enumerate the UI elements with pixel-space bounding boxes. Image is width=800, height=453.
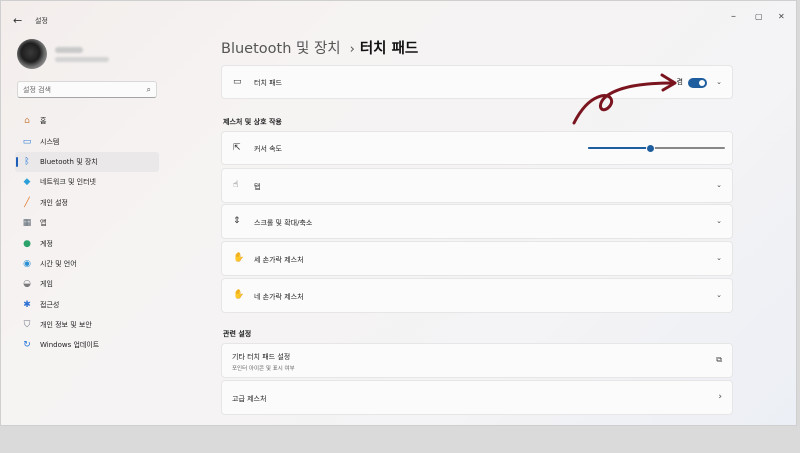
more-touchpad-label: 기타 터치 패드 설정 — [232, 353, 291, 361]
touchpad-icon: ▭ — [233, 77, 242, 87]
system-icon: ▭ — [22, 136, 32, 147]
scroll-icon: ⇕ — [233, 216, 241, 226]
sidebar-item-label: Bluetooth 및 장치 — [40, 157, 98, 166]
search-icon[interactable]: ⌕ — [147, 85, 151, 95]
chevron-right-icon: › — [718, 392, 722, 402]
maximize-button[interactable]: ▢ — [755, 12, 763, 21]
sidebar-item-label: 네트워크 및 인터넷 — [40, 178, 96, 187]
chevron-down-icon: ⌄ — [716, 254, 722, 262]
more-touchpad-settings-card[interactable]: 기타 터치 패드 설정 포인터 아이콘 및 표시 여부 ⧉ — [221, 343, 733, 378]
title-bar: ← 설정 – ▢ ✕ — [1, 1, 796, 37]
gesture-label: 스크롤 및 확대/축소 — [254, 219, 313, 227]
taskbar-area — [0, 426, 800, 453]
sidebar-item-label: 게임 — [40, 280, 53, 289]
cursor-speed-slider[interactable] — [588, 144, 725, 153]
touchpad-toggle[interactable] — [688, 78, 707, 88]
nav-list: ⌂ 홈 ▭ 시스템 ᛒ Bluetooth 및 장치 ◆ 네트워크 및 인터넷 ╱ 개인 설정 ▦ 앱… — [15, 111, 159, 356]
gesture-card-1[interactable]: ⇕ 스크롤 및 확대/축소 ⌄ — [221, 204, 733, 239]
four-finger-icon: ✋ — [233, 290, 245, 300]
profile-name-blurred — [55, 47, 83, 53]
three-finger-icon: ✋ — [233, 253, 245, 263]
accessibility-icon: ✱ — [23, 299, 31, 310]
sidebar-item-2[interactable]: ᛒ Bluetooth 및 장치 — [15, 151, 159, 173]
gamepad-icon: ◒ — [23, 279, 31, 290]
external-link-icon: ⧉ — [716, 355, 722, 364]
sidebar-item-label: 시간 및 언어 — [40, 259, 77, 268]
cursor-icon: ⇱ — [233, 143, 241, 153]
sidebar-item-7[interactable]: ◉ 시간 및 언어 — [15, 254, 159, 274]
window-title: 설정 — [35, 17, 48, 25]
settings-window: ← 설정 – ▢ ✕ ⌕ ⌂홈▭시스템ᛒBluetooth 및 장치◆네트워크 … — [0, 0, 797, 426]
sidebar-item-4[interactable]: ╱ 개인 설정 — [15, 193, 159, 213]
gesture-card-0[interactable]: ☝ 탭 ⌄ — [221, 168, 733, 203]
globe-icon: ◉ — [23, 258, 31, 269]
brush-icon: ╱ — [24, 197, 30, 208]
chevron-down-icon[interactable]: ⌄ — [716, 78, 722, 86]
sidebar-item-0[interactable]: ⌂ 홈 — [15, 111, 159, 131]
chevron-down-icon: ⌄ — [716, 291, 722, 299]
sidebar-item-8[interactable]: ◒ 게임 — [15, 274, 159, 294]
breadcrumb-separator: › — [349, 42, 355, 57]
sidebar-item-label: Windows 업데이트 — [40, 341, 100, 350]
wifi-icon: ◆ — [23, 177, 31, 188]
cursor-speed-card: ⇱ 커서 속도 — [221, 131, 733, 165]
breadcrumb: Bluetooth 및 장치 › 터치 패드 — [221, 37, 418, 57]
minimize-button[interactable]: – — [731, 11, 736, 22]
gestures-section-title: 제스처 및 상호 작용 — [223, 118, 282, 126]
sidebar-item-label: 개인 설정 — [40, 198, 68, 207]
chevron-down-icon: ⌄ — [716, 181, 722, 189]
sidebar-item-label: 개인 정보 및 보안 — [40, 321, 92, 330]
gesture-label: 네 손가락 제스처 — [254, 293, 304, 301]
chevron-down-icon: ⌄ — [716, 217, 722, 225]
cursor-speed-label: 커서 속도 — [254, 145, 282, 153]
home-icon: ⌂ — [24, 116, 30, 127]
gesture-label: 탭 — [254, 183, 261, 191]
avatar — [17, 39, 47, 69]
sidebar-item-1[interactable]: ▭ 시스템 — [15, 131, 159, 151]
tap-icon: ☝ — [233, 180, 239, 190]
close-button[interactable]: ✕ — [778, 12, 785, 21]
sidebar-item-label: 앱 — [40, 219, 47, 228]
related-section-title: 관련 설정 — [223, 330, 252, 338]
advanced-gestures-label: 고급 제스처 — [232, 395, 267, 403]
search-box: ⌕ — [17, 81, 157, 98]
update-icon: ↻ — [23, 340, 31, 351]
touchpad-label: 터치 패드 — [254, 79, 282, 87]
breadcrumb-parent[interactable]: Bluetooth 및 장치 — [221, 41, 341, 57]
sidebar-item-9[interactable]: ✱ 접근성 — [15, 295, 159, 315]
sidebar-item-label: 홈 — [40, 117, 47, 126]
sidebar-item-label: 접근성 — [40, 300, 60, 309]
gesture-card-2[interactable]: ✋ 세 손가락 제스처 ⌄ — [221, 241, 733, 276]
user-profile[interactable] — [17, 39, 157, 69]
search-input[interactable] — [23, 82, 135, 97]
sidebar-item-6[interactable]: ● 계정 — [15, 233, 159, 253]
more-touchpad-sublabel: 포인터 아이콘 및 표시 여부 — [232, 366, 295, 372]
sidebar-item-10[interactable]: ⛉ 개인 정보 및 보안 — [15, 315, 159, 335]
sidebar-item-label: 시스템 — [40, 137, 60, 146]
page-title: 터치 패드 — [359, 41, 419, 57]
sidebar-item-3[interactable]: ◆ 네트워크 및 인터넷 — [15, 172, 159, 192]
gesture-label: 세 손가락 제스처 — [254, 256, 304, 264]
slider-thumb[interactable] — [646, 144, 656, 153]
sidebar-item-5[interactable]: ▦ 앱 — [15, 213, 159, 233]
gesture-card-3[interactable]: ✋ 네 손가락 제스처 ⌄ — [221, 278, 733, 313]
shield-icon: ⛉ — [23, 320, 31, 331]
account-icon: ● — [23, 238, 31, 249]
sidebar: ⌕ ⌂홈▭시스템ᛒBluetooth 및 장치◆네트워크 및 인터넷╱개인 설정… — [1, 37, 166, 425]
advanced-gestures-card[interactable]: 고급 제스처 › — [221, 380, 733, 415]
sidebar-item-11[interactable]: ↻ Windows 업데이트 — [15, 335, 159, 355]
back-button[interactable]: ← — [13, 14, 22, 27]
bluetooth-icon: ᛒ — [24, 156, 30, 167]
apps-icon: ▦ — [22, 218, 32, 229]
hand-drawn-arrow-annotation — [572, 73, 677, 125]
sidebar-item-label: 계정 — [40, 239, 53, 248]
slider-fill — [588, 147, 650, 149]
profile-email-blurred — [55, 57, 109, 62]
